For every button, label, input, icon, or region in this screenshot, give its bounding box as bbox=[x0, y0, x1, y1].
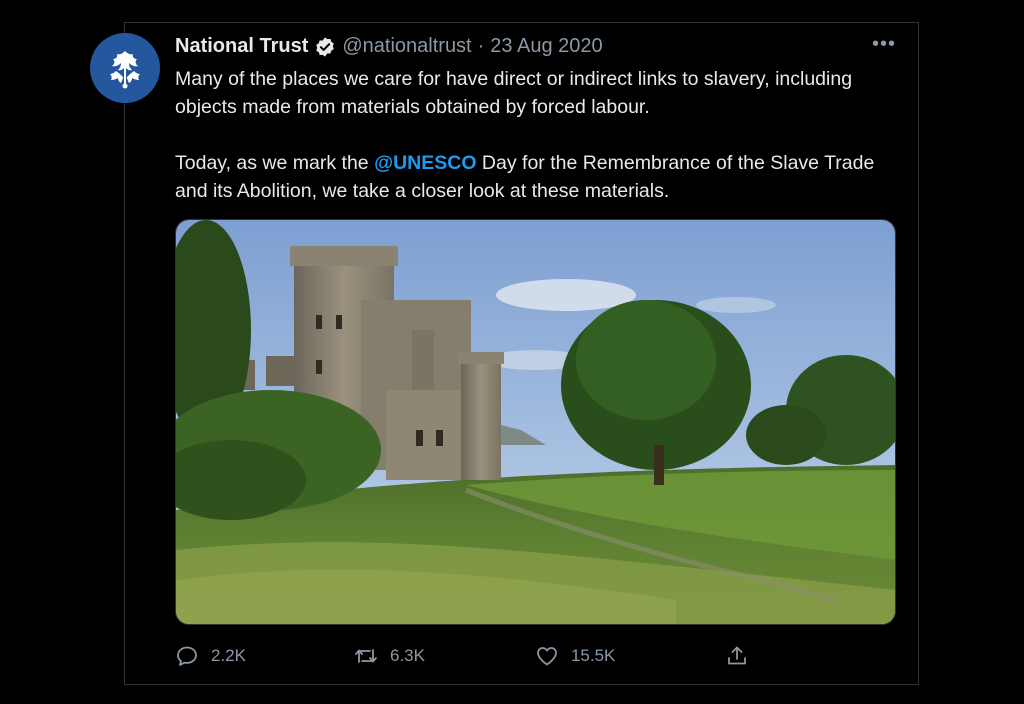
author-handle[interactable]: @nationaltrust bbox=[342, 35, 471, 58]
share-button[interactable] bbox=[725, 644, 749, 668]
mention-link-unesco[interactable]: @UNESCO bbox=[374, 152, 476, 174]
share-icon bbox=[728, 646, 747, 665]
tweet-actions: 2.2K 6.3K 15.5K bbox=[175, 641, 795, 671]
avatar[interactable] bbox=[90, 33, 160, 103]
tweet-header: National Trust @nationaltrust · 23 Aug 2… bbox=[175, 35, 603, 58]
reply-button[interactable]: 2.2K bbox=[175, 644, 246, 668]
castle-landscape-photo bbox=[176, 220, 895, 624]
tweet-date[interactable]: 23 Aug 2020 bbox=[490, 35, 602, 58]
heart-icon bbox=[537, 647, 557, 666]
retweet-icon bbox=[355, 649, 377, 663]
oak-leaf-icon bbox=[110, 51, 140, 89]
tweet-paragraph-1: Many of the places we care for have dire… bbox=[175, 68, 853, 118]
retweet-button[interactable]: 6.3K bbox=[354, 644, 425, 668]
tweet-photo[interactable] bbox=[175, 219, 896, 625]
header-separator: · bbox=[477, 35, 485, 57]
retweet-count: 6.3K bbox=[389, 646, 425, 665]
like-button[interactable]: 15.5K bbox=[535, 644, 615, 668]
verified-badge-icon bbox=[316, 36, 335, 57]
reply-icon bbox=[177, 646, 197, 666]
paragraph-2-lead: Today, as we mark the bbox=[175, 152, 375, 174]
author-name[interactable]: National Trust bbox=[175, 35, 308, 58]
reply-count: 2.2K bbox=[211, 646, 246, 665]
tweet-paragraph-2: Today, as we mark the @UNESCO Day for th… bbox=[175, 149, 905, 205]
more-options-button[interactable]: ••• bbox=[872, 33, 896, 56]
like-count: 15.5K bbox=[570, 646, 616, 665]
tweet-card[interactable]: National Trust @nationaltrust · 23 Aug 2… bbox=[90, 22, 919, 685]
tweet-text: Many of the places we care for have dire… bbox=[175, 65, 905, 233]
